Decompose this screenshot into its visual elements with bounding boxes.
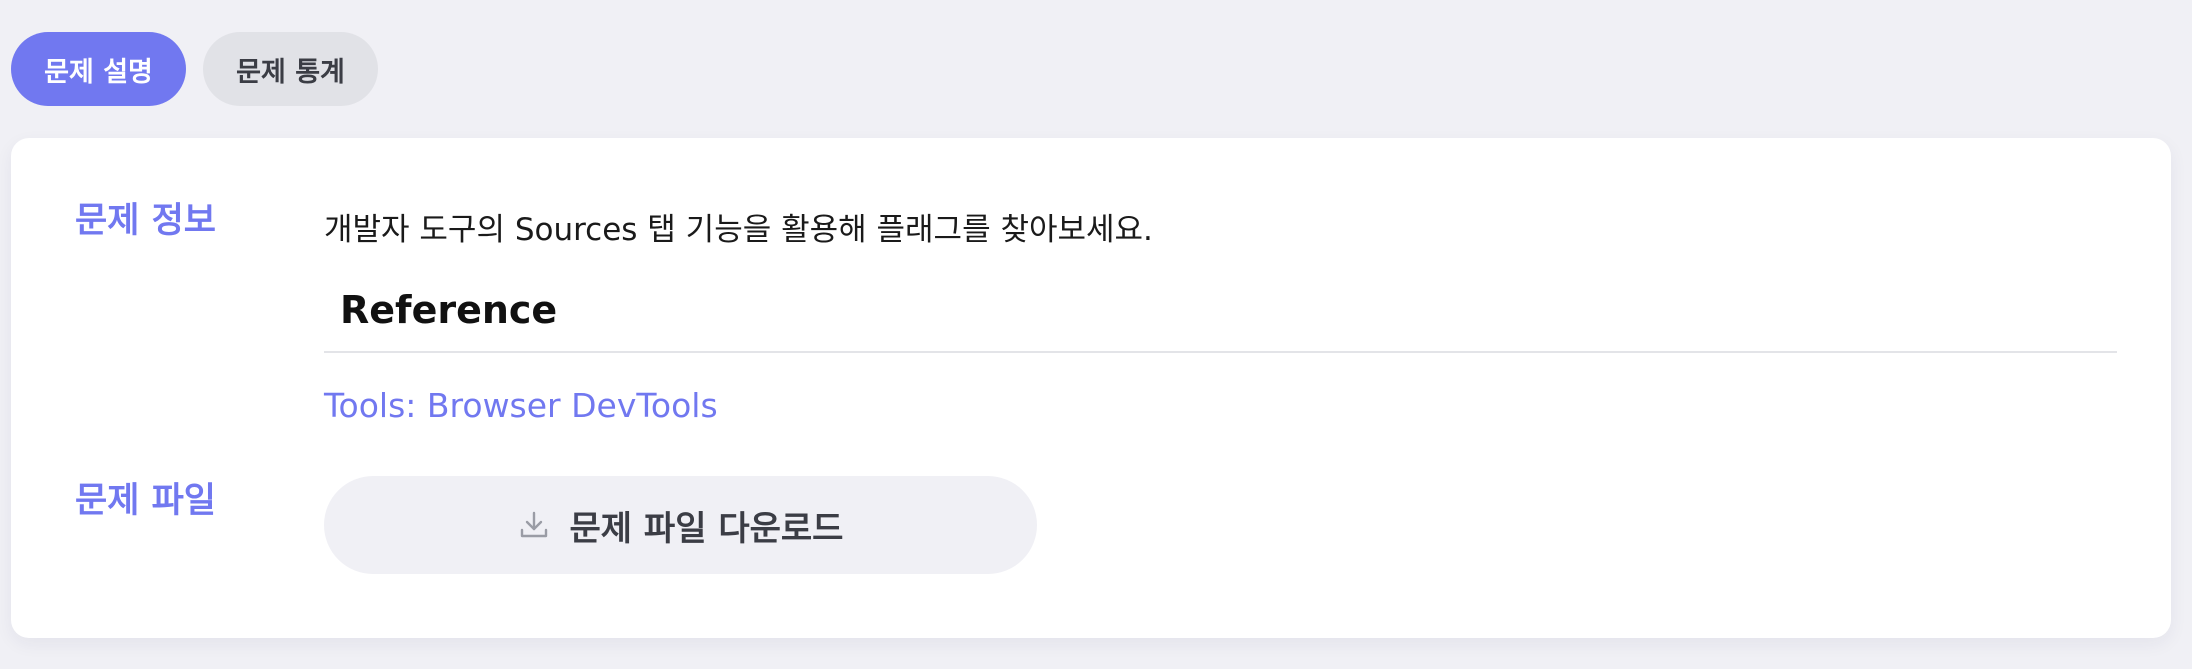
tab-problem-description[interactable]: 문제 설명 bbox=[11, 32, 186, 106]
reference-heading: Reference bbox=[340, 288, 558, 332]
problem-file-label: 문제 파일 bbox=[75, 481, 216, 521]
tab-problem-statistics[interactable]: 문제 통계 bbox=[203, 32, 378, 106]
tab-bar: 문제 설명 문제 통계 bbox=[11, 32, 378, 106]
problem-card: 문제 정보 개발자 도구의 Sources 탭 기능을 활용해 플래그를 찾아보… bbox=[11, 138, 2171, 638]
download-file-button[interactable]: 문제 파일 다운로드 bbox=[324, 476, 1037, 574]
problem-description-text: 개발자 도구의 Sources 탭 기능을 활용해 플래그를 찾아보세요. bbox=[324, 212, 1153, 248]
download-icon bbox=[518, 509, 550, 541]
reference-link-browser-devtools[interactable]: Tools: Browser DevTools bbox=[324, 386, 718, 425]
reference-divider bbox=[324, 351, 2117, 353]
problem-info-label: 문제 정보 bbox=[75, 201, 216, 241]
download-button-label: 문제 파일 다운로드 bbox=[569, 508, 844, 549]
